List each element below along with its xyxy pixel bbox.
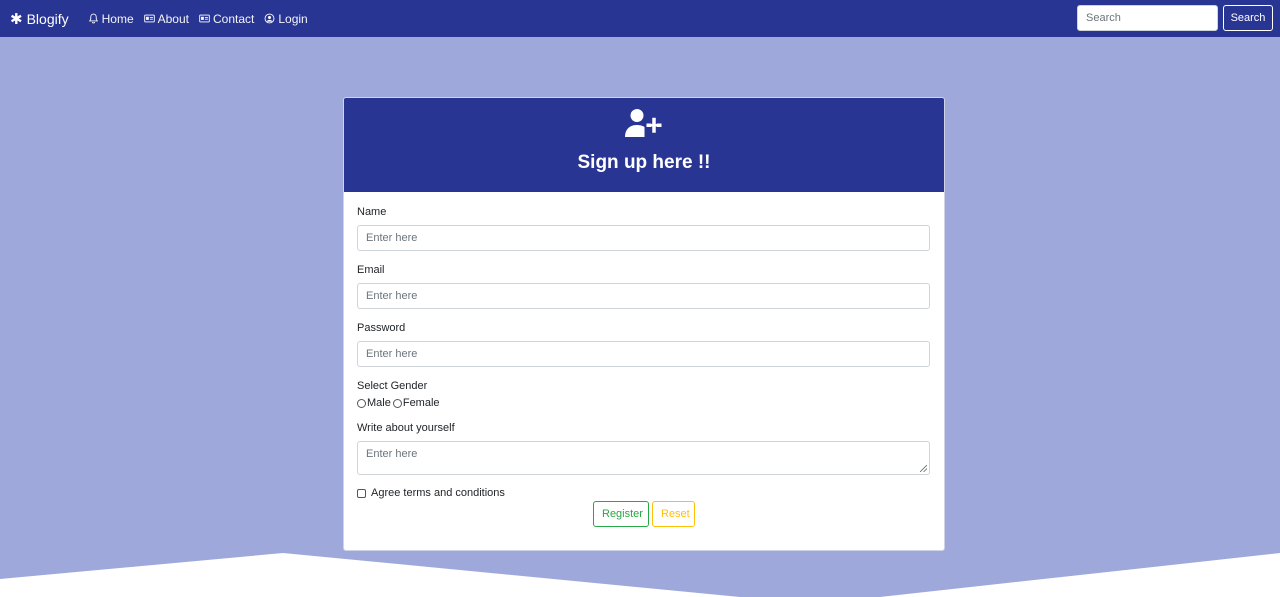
female-radio[interactable] <box>392 398 402 408</box>
agree-label: Agree terms and conditions <box>371 487 505 499</box>
about-label: Write about yourself <box>357 422 455 434</box>
name-label: Name <box>357 206 387 218</box>
nav-home-label: Home <box>101 11 134 26</box>
password-label: Password <box>357 322 406 334</box>
female-label: Female <box>402 397 440 409</box>
reset-button[interactable]: Reset <box>652 501 695 527</box>
address-card-icon <box>199 14 210 23</box>
about-textarea[interactable]: Enter here <box>357 441 930 475</box>
search-input[interactable] <box>1077 5 1218 31</box>
about-placeholder: Enter here <box>366 448 418 460</box>
password-input[interactable] <box>357 341 930 367</box>
agree-row: Agree terms and conditions <box>357 487 931 499</box>
email-field-group: Email <box>357 264 931 309</box>
nav-about[interactable]: About <box>139 12 194 26</box>
bell-icon <box>88 13 98 24</box>
gender-label: Select Gender <box>357 380 428 392</box>
male-label: Male <box>367 397 391 409</box>
form-buttons: Register Reset <box>357 501 931 527</box>
signup-form: Name Email Password Select Gender Male F… <box>344 192 944 527</box>
user-circle-icon <box>264 13 275 24</box>
nav-login[interactable]: Login <box>259 12 312 26</box>
id-card-icon <box>143 14 155 23</box>
signup-card: Sign up here !! Name Email Password Sele… <box>343 97 945 551</box>
email-label: Email <box>357 264 385 276</box>
nav-home[interactable]: Home <box>83 12 139 26</box>
asterisk-icon: ✱ <box>10 10 23 28</box>
search-button[interactable]: Search <box>1223 5 1273 31</box>
nav-about-label: About <box>157 11 189 26</box>
agree-checkbox[interactable] <box>357 488 366 498</box>
register-button[interactable]: Register <box>593 501 649 527</box>
brand-name: Blogify <box>26 10 69 27</box>
search-form: Search <box>1077 5 1273 31</box>
resize-handle-icon[interactable] <box>920 465 927 472</box>
gender-options: Male Female <box>357 397 931 409</box>
nav-contact[interactable]: Contact <box>194 12 259 26</box>
name-input[interactable] <box>357 225 930 251</box>
navbar: ✱ Blogify Home About Contact Login Searc… <box>0 0 1280 37</box>
male-radio[interactable] <box>357 398 366 408</box>
brand-link[interactable]: ✱ Blogify <box>10 10 69 28</box>
nav-login-label: Login <box>278 11 308 26</box>
name-field-group: Name <box>357 206 931 251</box>
gender-male-option[interactable]: Male <box>357 397 391 409</box>
password-field-group: Password <box>357 322 931 367</box>
user-plus-icon <box>625 109 663 137</box>
nav-links: Home About Contact Login <box>83 12 313 26</box>
nav-contact-label: Contact <box>212 11 255 26</box>
card-title: Sign up here !! <box>577 152 711 173</box>
gender-female-option[interactable]: Female <box>392 397 440 409</box>
card-header: Sign up here !! <box>344 98 944 192</box>
email-input[interactable] <box>357 283 930 309</box>
